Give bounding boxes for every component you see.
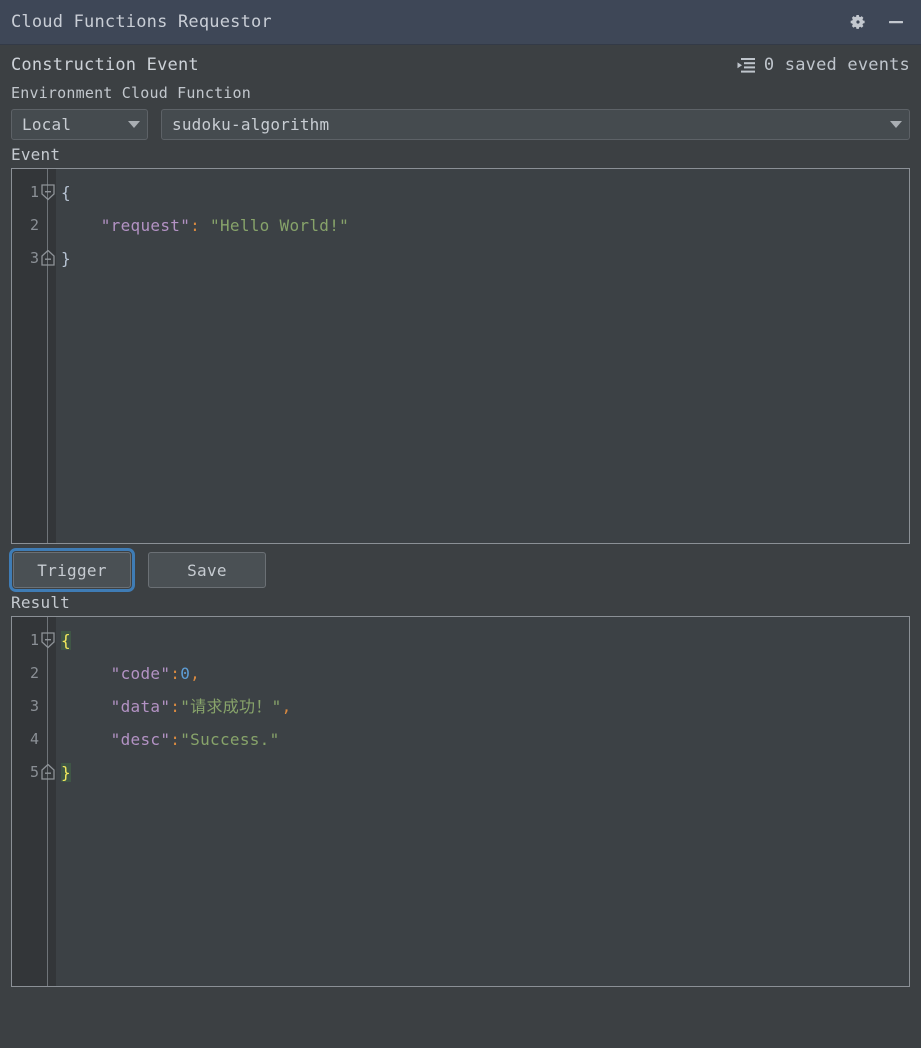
token-brace-match: { [61,631,71,650]
token-str: "Hello World!" [210,216,350,235]
result-editor-gutter[interactable]: 1 2 3 4 5 [12,617,56,986]
gutter-line: 3 [12,242,56,275]
gutter-line: 1 [12,624,56,657]
gutter-line: 3 [30,697,40,715]
cloud-function-select-value: sudoku-algorithm [172,115,330,134]
gutter-line: 1 [12,176,56,209]
environment-select-value: Local [22,115,72,134]
token-colon: : [170,697,181,716]
event-gutter-lines: 1 2 3 [12,176,56,275]
token-str: "Success." [180,730,280,749]
gutter-line: 5 [12,756,56,789]
code-line: } [56,242,909,275]
token-brace-match: } [61,763,71,782]
gutter-line: 4 [30,730,40,748]
token-colon: : [170,730,181,749]
fold-close-icon[interactable] [40,250,56,267]
code-line: { [56,624,909,657]
trigger-button[interactable]: Trigger [13,552,131,588]
event-editor[interactable]: 1 2 3 { "request": "Hello World!"} [11,168,910,544]
code-line: "code":0, [56,657,909,690]
gear-icon[interactable] [847,11,869,33]
page-title: Construction Event [11,54,199,75]
code-line: "data":"请求成功！", [56,690,909,723]
token-comma: , [281,697,292,716]
gutter-line: 2 [30,664,40,682]
token-key: "request" [100,216,191,235]
token-num: 0 [180,664,191,683]
main-panel: Construction Event 0 saved events Enviro… [0,48,921,987]
save-button[interactable]: Save [148,552,266,588]
trigger-button-focus-ring: Trigger [9,548,135,592]
token-key: "code" [110,664,171,683]
section-header: Construction Event 0 saved events [11,48,910,81]
result-editor[interactable]: 12345 { "code":0, "data":"请求成功！", "desc"… [11,616,910,987]
token-punct: } [61,249,71,268]
result-editor-code[interactable]: { "code":0, "data":"请求成功！", "desc":"Succ… [56,617,909,986]
event-label: Event [11,145,61,164]
token-comma: , [190,664,201,683]
window-title: Cloud Functions Requestor [11,12,272,32]
event-editor-gutter[interactable]: 1 2 3 [12,169,56,543]
chevron-down-icon [890,121,902,128]
window-controls [847,11,907,33]
form-field-labels: Environment Cloud Function [11,84,251,102]
saved-events-label: 0 saved events [763,54,910,75]
action-button-row: Trigger Save [9,548,910,592]
fold-open-icon[interactable] [40,632,56,649]
token-str: "请求成功！" [180,697,282,716]
token-key: "desc" [110,730,171,749]
event-editor-code[interactable]: { "request": "Hello World!"} [56,169,909,543]
selector-row: Local sudoku-algorithm [11,109,910,140]
window-titlebar: Cloud Functions Requestor [0,0,921,45]
token-colon: : [190,216,201,235]
token-punct: { [61,183,71,202]
saved-events-button[interactable]: 0 saved events [736,55,910,75]
code-line: "request": "Hello World!" [56,209,909,242]
result-gutter-lines: 1 2 3 4 5 [12,624,56,789]
code-line: { [56,176,909,209]
token-colon: : [170,664,181,683]
chevron-down-icon [128,121,140,128]
token-key: "data" [110,697,171,716]
gutter-line: 2 [30,216,40,234]
collapse-list-icon [736,56,758,74]
code-line: } [56,756,909,789]
code-line: "desc":"Success." [56,723,909,756]
environment-select[interactable]: Local [11,109,148,140]
fold-close-icon[interactable] [40,764,56,781]
result-label: Result [11,593,70,612]
fold-open-icon[interactable] [40,184,56,201]
cloud-function-select[interactable]: sudoku-algorithm [161,109,910,140]
minimize-icon[interactable] [885,11,907,33]
